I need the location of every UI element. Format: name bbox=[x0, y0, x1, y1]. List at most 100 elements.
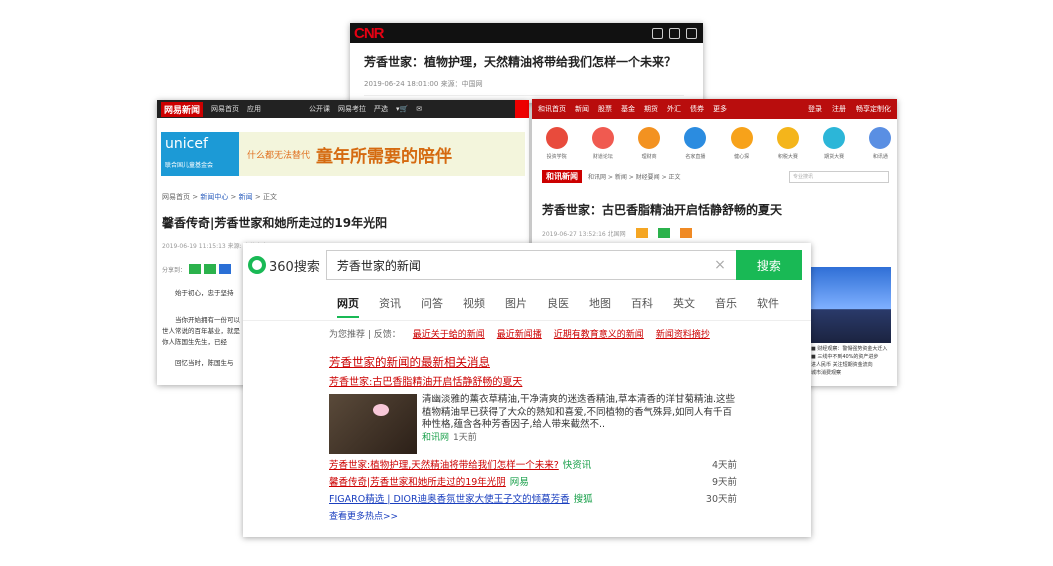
rec-link[interactable]: 最近关于蛤的新闻 bbox=[413, 327, 485, 340]
rec-link[interactable]: 近期有教育意义的新闻 bbox=[554, 327, 644, 340]
tab-software[interactable]: 软件 bbox=[757, 295, 779, 311]
hexun-title: 芳香世家：古巴香脂精油开启恬静舒畅的夏天 bbox=[542, 203, 783, 217]
search-tabs: 网页 资讯 问答 视频 图片 良医 地图 百科 英文 音乐 软件 bbox=[243, 295, 811, 321]
breadcrumb: 网易首页 > 新闻中心 > 新闻 > 正文 bbox=[162, 193, 277, 201]
tab-wiki[interactable]: 百科 bbox=[631, 295, 653, 311]
crumb-news[interactable]: 新闻 bbox=[239, 193, 253, 201]
breadcrumb: 和讯网 > 新闻 > 财经要闻 > 正文 bbox=[588, 174, 681, 181]
nav-item[interactable]: 债券 bbox=[690, 104, 704, 114]
tab-map[interactable]: 地图 bbox=[589, 295, 611, 311]
nav-item[interactable]: 网易首页 bbox=[211, 104, 239, 114]
search-input[interactable]: 芳香世家的新闻 × bbox=[325, 250, 736, 280]
netease-logo[interactable]: 网易新闻 bbox=[161, 101, 204, 117]
tab-news[interactable]: 资讯 bbox=[379, 295, 401, 311]
crumb-home[interactable]: 网易首页 bbox=[162, 193, 190, 201]
city-skyline-image[interactable] bbox=[811, 267, 891, 343]
menu-icon[interactable] bbox=[686, 27, 697, 39]
cnr-logo[interactable]: CNR bbox=[354, 25, 384, 42]
service-item[interactable]: 期货大赛 bbox=[818, 127, 851, 160]
service-item[interactable]: 理财商 bbox=[633, 127, 666, 160]
sidebar-news: ■ 财经观察：警惕强势资金大迁入 ■ 三线中不到40%的资产进步 进人民币 关注… bbox=[811, 345, 891, 377]
share-wechat-icon[interactable] bbox=[204, 264, 217, 274]
futures-icon bbox=[823, 127, 846, 149]
share-rss-icon[interactable] bbox=[679, 228, 692, 238]
sidebar-news-item[interactable]: ■ 财经观察：警惕强势资金大迁入 bbox=[811, 345, 891, 353]
crumb-current: 正文 bbox=[262, 193, 277, 201]
nav-item[interactable]: 和讯首页 bbox=[538, 104, 566, 114]
service-label: 期货大赛 bbox=[824, 154, 845, 160]
nav-item[interactable]: 基金 bbox=[621, 104, 635, 114]
banner-big-text: 童年所需要的陪伴 bbox=[316, 146, 453, 167]
hexun-news-logo[interactable]: 和讯新闻 bbox=[542, 170, 582, 183]
hexun-news-bar: 和讯新闻 和讯网 > 新闻 > 财经要闻 > 正文 专业搜讯 bbox=[542, 170, 897, 183]
download-icon[interactable] bbox=[652, 27, 663, 39]
tab-english[interactable]: 英文 bbox=[673, 295, 695, 311]
sidebar-news-item[interactable]: 城市消费观察 bbox=[811, 369, 891, 377]
service-label: 投资学院 bbox=[546, 154, 567, 160]
share-weibo-icon[interactable] bbox=[635, 228, 648, 238]
essential-oil-thumbnail[interactable] bbox=[329, 394, 417, 454]
service-item[interactable]: 名家直播 bbox=[679, 127, 712, 160]
service-item[interactable]: 积税大赛 bbox=[771, 127, 804, 160]
list-item: 馨香传奇|芳香世家和她所走过的19年光阴 网易 9天前 bbox=[329, 474, 737, 488]
tab-music[interactable]: 音乐 bbox=[715, 295, 737, 311]
nav-item[interactable]: 严选 bbox=[374, 104, 388, 114]
unicef-banner[interactable]: unicef 联合国儿童基金会 什么都无法替代 童年所需要的陪伴 bbox=[161, 132, 525, 176]
cnr-meta: 2019-06-24 18:01:00 来源：中国网 bbox=[364, 79, 684, 96]
rec-link[interactable]: 最近新闻播 bbox=[497, 327, 542, 340]
news-time: 1天前 bbox=[453, 432, 477, 443]
cnr-article-window: CNR 芳香世家：植物护理，天然精油将带给我们怎样一个未来？ 2019-06-2… bbox=[350, 23, 703, 103]
mobile-icon[interactable] bbox=[669, 27, 680, 39]
tab-web[interactable]: 网页 bbox=[337, 295, 359, 318]
mail-icon[interactable]: ✉ bbox=[416, 105, 422, 113]
search-button[interactable]: 搜索 bbox=[735, 250, 802, 280]
unicef-logo: unicef bbox=[165, 136, 208, 152]
sidebar-news-item[interactable]: ■ 三线中不到40%的资产进步 bbox=[811, 353, 891, 361]
nav-item[interactable]: 新闻 bbox=[575, 104, 589, 114]
netease-red-tab[interactable] bbox=[515, 100, 529, 118]
result-title[interactable]: 芳香世家的新闻的最新相关消息 bbox=[329, 354, 811, 370]
hexun-search-input[interactable]: 专业搜讯 bbox=[789, 170, 889, 183]
clear-icon[interactable]: × bbox=[714, 257, 726, 273]
tab-qa[interactable]: 问答 bbox=[421, 295, 443, 311]
nav-item[interactable]: 股票 bbox=[598, 104, 612, 114]
news-result-block: 芳香世家的新闻的最新相关消息 芳香世家:古巴香脂精油开启恬静舒畅的夏天 清幽淡雅… bbox=[329, 354, 811, 522]
news-time: 9天前 bbox=[711, 477, 737, 488]
rec-link[interactable]: 新闻资料摘抄 bbox=[656, 327, 710, 340]
news-link[interactable]: 芳香世家:植物护理,天然精油将带给我们怎样一个未来? bbox=[329, 460, 559, 471]
nav-item[interactable]: 期货 bbox=[644, 104, 658, 114]
hexun-date-text: 2019-06-27 13:52:16 北国网 bbox=[542, 230, 626, 238]
news-source: 网易 bbox=[509, 477, 529, 488]
service-item[interactable]: 和讯通 bbox=[864, 127, 897, 160]
umbrella-icon bbox=[730, 127, 753, 149]
tab-images[interactable]: 图片 bbox=[505, 295, 527, 311]
news-link[interactable]: 馨香传奇|芳香世家和她所走过的19年光阴 bbox=[329, 477, 506, 488]
more-hot-link[interactable]: 查看更多热点>> bbox=[329, 509, 811, 522]
tab-doctor[interactable]: 良医 bbox=[547, 295, 569, 311]
nav-item[interactable]: 更多 bbox=[713, 104, 727, 114]
service-item[interactable]: 财道论坛 bbox=[586, 127, 619, 160]
nav-item[interactable]: 网易考拉 bbox=[338, 104, 366, 114]
top-news-link[interactable]: 芳香世家:古巴香脂精油开启恬静舒畅的夏天 bbox=[329, 373, 811, 388]
news-link[interactable]: FIGARO精选 | DIOR迪奥香氛世家大使王子文的倾慕芳香 bbox=[329, 494, 570, 505]
register-link[interactable]: 注册 bbox=[832, 104, 846, 114]
service-item[interactable]: 投资学院 bbox=[540, 127, 573, 160]
news-time: 30天前 bbox=[705, 494, 737, 505]
cart-icon[interactable]: ▾🛒 bbox=[396, 105, 408, 113]
service-item[interactable]: 健心探 bbox=[725, 127, 758, 160]
share-wechat-icon[interactable] bbox=[657, 228, 670, 238]
crumb-news-center[interactable]: 新闻中心 bbox=[200, 193, 228, 201]
sidebar-news-item[interactable]: 进人民币 关注短期资金流向 bbox=[811, 361, 891, 369]
nav-item[interactable]: 公开课 bbox=[309, 104, 330, 114]
search-query[interactable]: 芳香世家的新闻 bbox=[337, 257, 421, 274]
tab-video[interactable]: 视频 bbox=[463, 295, 485, 311]
search-360-logo[interactable]: 360搜索 bbox=[248, 256, 320, 275]
service-label: 理财商 bbox=[641, 154, 657, 160]
nav-item[interactable]: 应用 bbox=[247, 104, 261, 114]
nav-item[interactable]: 外汇 bbox=[667, 104, 681, 114]
forum-icon bbox=[591, 127, 614, 149]
share-yixin-icon[interactable] bbox=[189, 264, 202, 274]
login-link[interactable]: 登录 bbox=[808, 104, 822, 114]
share-qzone-icon[interactable] bbox=[219, 264, 232, 274]
customize-link[interactable]: 畅享定制化 bbox=[856, 104, 891, 114]
